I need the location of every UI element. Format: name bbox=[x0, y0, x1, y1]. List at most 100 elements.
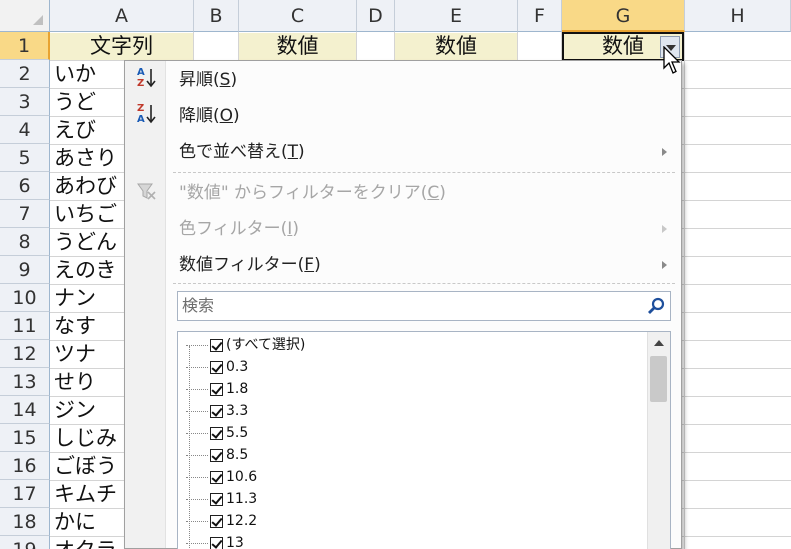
row-header[interactable]: 2 bbox=[0, 60, 50, 88]
row-header[interactable]: 14 bbox=[0, 396, 50, 424]
cell-a6[interactable]: あわび bbox=[54, 173, 117, 200]
cell-a14[interactable]: ジン bbox=[54, 397, 96, 424]
cell-a9[interactable]: えのき bbox=[54, 257, 116, 284]
scroll-up-icon[interactable] bbox=[654, 340, 664, 346]
row-header[interactable]: 19 bbox=[0, 536, 50, 549]
cell-a8[interactable]: うどん bbox=[54, 229, 117, 256]
column-header-g[interactable]: G bbox=[562, 0, 685, 32]
submenu-arrow-icon bbox=[662, 261, 667, 269]
filter-list-item[interactable]: 8.5 bbox=[186, 444, 248, 466]
submenu-arrow-icon bbox=[662, 148, 667, 156]
checkbox-checked-icon[interactable] bbox=[210, 470, 223, 484]
cell-a17[interactable]: キムチ bbox=[54, 481, 117, 508]
menu-clear-filter[interactable]: "数値" からフィルターをクリア(C) bbox=[179, 178, 446, 208]
row-header[interactable]: 17 bbox=[0, 480, 50, 508]
filter-list-item-label: 11.3 bbox=[226, 491, 258, 507]
magnifier-icon[interactable] bbox=[646, 296, 666, 316]
checkbox-checked-icon[interactable] bbox=[210, 492, 223, 506]
select-all-corner[interactable] bbox=[0, 0, 50, 32]
checkbox-checked-icon[interactable] bbox=[210, 448, 223, 462]
row-header[interactable]: 16 bbox=[0, 452, 50, 480]
cell-a3[interactable]: うど bbox=[54, 89, 96, 116]
row-header[interactable]: 6 bbox=[0, 172, 50, 200]
checkbox-checked-icon[interactable] bbox=[210, 382, 223, 396]
row-header[interactable]: 10 bbox=[0, 284, 50, 312]
column-header-e[interactable]: E bbox=[395, 0, 518, 32]
filter-list-item-label: 10.6 bbox=[226, 469, 258, 485]
menu-separator bbox=[173, 283, 675, 284]
checkbox-checked-icon[interactable] bbox=[210, 360, 223, 374]
filter-list-item[interactable]: 3.3 bbox=[186, 400, 248, 422]
list-scrollbar[interactable] bbox=[647, 332, 670, 549]
cell-a2[interactable]: いか bbox=[54, 61, 96, 88]
checkbox-checked-icon[interactable] bbox=[210, 514, 223, 528]
cell-e1[interactable]: 数値 bbox=[395, 33, 517, 60]
menu-icon-gutter bbox=[125, 61, 166, 548]
row-header[interactable]: 1 bbox=[0, 32, 50, 60]
cell-a19[interactable]: オクラ bbox=[54, 537, 117, 549]
column-header-b[interactable]: B bbox=[194, 0, 239, 32]
row-header[interactable]: 3 bbox=[0, 88, 50, 116]
row-header[interactable]: 8 bbox=[0, 228, 50, 256]
filter-list-item[interactable]: 10.6 bbox=[186, 466, 257, 488]
filter-list-item-label: 1.8 bbox=[226, 381, 249, 397]
menu-color-filter[interactable]: 色フィルター(I) bbox=[179, 214, 299, 244]
column-header-d[interactable]: D bbox=[357, 0, 395, 32]
column-header-f[interactable]: F bbox=[518, 0, 562, 32]
menu-sort-ascending[interactable]: 昇順(S) bbox=[179, 65, 237, 95]
row-header[interactable]: 7 bbox=[0, 200, 50, 228]
filter-list-item-label: 0.3 bbox=[226, 359, 249, 375]
filter-list-item[interactable]: 1.8 bbox=[186, 378, 248, 400]
sort-az-icon: A Z bbox=[137, 67, 156, 89]
menu-sort-descending[interactable]: 降順(O) bbox=[179, 101, 240, 131]
filter-search-box[interactable]: 検索 bbox=[177, 291, 671, 321]
filter-list-item[interactable]: 11.3 bbox=[186, 488, 257, 510]
cell-a12[interactable]: ツナ bbox=[54, 341, 96, 368]
spreadsheet: A B C D E F G H 1 2 いか 3 うど 4 えび 5 あさり 6 あわび 7 いちご 8 う… bbox=[0, 0, 791, 549]
cell-a1[interactable]: 文字列 bbox=[50, 33, 193, 60]
filter-list-item[interactable]: 0.3 bbox=[186, 356, 248, 378]
filter-value-list: (すべて選択) 0.3 1.8 3.3 5.5 8.5 10.6 11.3 12.2 13 bbox=[177, 331, 671, 549]
column-header-c[interactable]: C bbox=[239, 0, 357, 32]
cell-a4[interactable]: えび bbox=[54, 117, 96, 144]
cell-a13[interactable]: せり bbox=[54, 369, 96, 396]
cell-a11[interactable]: なす bbox=[54, 313, 96, 340]
filter-list-item[interactable]: 5.5 bbox=[186, 422, 248, 444]
svg-text:Z: Z bbox=[137, 103, 144, 114]
column-header-h[interactable]: H bbox=[685, 0, 791, 32]
mouse-pointer-icon bbox=[663, 46, 681, 74]
checkbox-checked-icon[interactable] bbox=[210, 338, 223, 352]
filter-list-item[interactable]: 13 bbox=[186, 532, 244, 549]
checkbox-checked-icon[interactable] bbox=[210, 404, 223, 418]
checkbox-checked-icon[interactable] bbox=[210, 426, 223, 440]
menu-number-filter[interactable]: 数値フィルター(F) bbox=[179, 250, 321, 280]
svg-text:Z: Z bbox=[137, 78, 144, 89]
cell-a16[interactable]: ごぼう bbox=[54, 453, 117, 480]
search-placeholder: 検索 bbox=[182, 296, 215, 315]
cell-a10[interactable]: ナン bbox=[54, 285, 96, 312]
scroll-thumb[interactable] bbox=[650, 356, 667, 402]
filter-list-item-label: 13 bbox=[226, 535, 244, 549]
column-header-a[interactable]: A bbox=[50, 0, 194, 32]
cell-a15[interactable]: しじみ bbox=[54, 425, 117, 452]
filter-list-item[interactable]: 12.2 bbox=[186, 510, 257, 532]
cell-a7[interactable]: いちご bbox=[54, 201, 117, 228]
filter-list-item-label: 12.2 bbox=[226, 513, 258, 529]
row-header[interactable]: 15 bbox=[0, 424, 50, 452]
row-header[interactable]: 11 bbox=[0, 312, 50, 340]
menu-sort-by-color[interactable]: 色で並べ替え(T) bbox=[179, 137, 305, 167]
filter-list-item-label: 3.3 bbox=[226, 403, 249, 419]
sort-za-icon: Z A bbox=[137, 103, 156, 125]
cell-c1[interactable]: 数値 bbox=[239, 33, 356, 60]
filter-list-item[interactable]: (すべて選択) bbox=[186, 334, 305, 356]
submenu-arrow-icon bbox=[662, 225, 667, 233]
row-header[interactable]: 12 bbox=[0, 340, 50, 368]
row-header[interactable]: 18 bbox=[0, 508, 50, 536]
row-header[interactable]: 9 bbox=[0, 256, 50, 284]
row-header[interactable]: 4 bbox=[0, 116, 50, 144]
cell-a5[interactable]: あさり bbox=[54, 145, 117, 172]
row-header[interactable]: 5 bbox=[0, 144, 50, 172]
row-header[interactable]: 13 bbox=[0, 368, 50, 396]
cell-a18[interactable]: かに bbox=[54, 509, 96, 536]
checkbox-checked-icon[interactable] bbox=[210, 536, 223, 549]
